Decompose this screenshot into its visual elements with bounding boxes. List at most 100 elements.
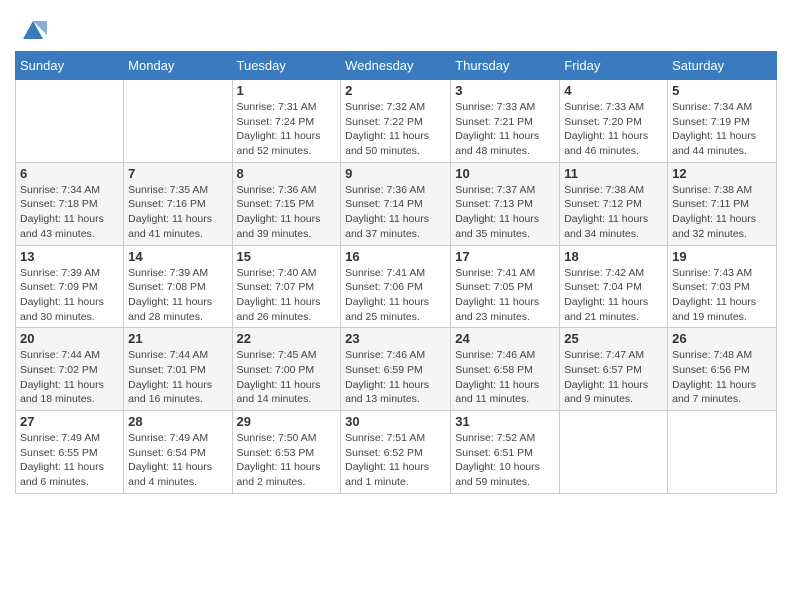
day-number: 10 [455, 166, 555, 181]
day-number: 17 [455, 249, 555, 264]
day-cell: 7 Sunrise: 7:35 AM Sunset: 7:16 PM Daylig… [124, 162, 232, 245]
day-number: 15 [237, 249, 337, 264]
day-cell: 3Sunrise: 7:33 AM Sunset: 7:21 PM Daylig… [451, 80, 560, 163]
day-cell: 29 Sunrise: 7:50 AM Sunset: 6:53 PM Dayli… [232, 411, 341, 494]
day-cell: 4 Sunrise: 7:33 AM Sunset: 7:20 PM Daylig… [560, 80, 668, 163]
header-cell-monday: Monday [124, 52, 232, 80]
day-info: Sunrise: 7:39 AM Sunset: 7:08 PM Dayligh… [128, 266, 227, 325]
day-cell: 8 Sunrise: 7:36 AM Sunset: 7:15 PM Daylig… [232, 162, 341, 245]
day-cell: 26 Sunrise: 7:48 AM Sunset: 6:56 PM Dayli… [668, 328, 777, 411]
day-info: Sunrise: 7:49 AM Sunset: 6:54 PM Dayligh… [128, 431, 227, 490]
day-number: 25 [564, 331, 663, 346]
week-row-5: 27 Sunrise: 7:49 AM Sunset: 6:55 PM Dayli… [16, 411, 777, 494]
day-cell: 13 Sunrise: 7:39 AM Sunset: 7:09 PM Dayli… [16, 245, 124, 328]
day-number: 8 [237, 166, 337, 181]
day-info: Sunrise: 7:48 AM Sunset: 6:56 PM Dayligh… [672, 348, 772, 407]
day-number: 6 [20, 166, 119, 181]
day-cell [124, 80, 232, 163]
day-cell: 31 Sunrise: 7:52 AM Sunset: 6:51 PM Dayli… [451, 411, 560, 494]
day-info: Sunrise: 7:42 AM Sunset: 7:04 PM Dayligh… [564, 266, 663, 325]
day-info: Sunrise: 7:35 AM Sunset: 7:16 PM Dayligh… [128, 183, 227, 242]
day-cell: 20 Sunrise: 7:44 AM Sunset: 7:02 PM Dayli… [16, 328, 124, 411]
day-info: Sunrise: 7:43 AM Sunset: 7:03 PM Dayligh… [672, 266, 772, 325]
week-row-1: 1 Sunrise: 7:31 AM Sunset: 7:24 PM Daylig… [16, 80, 777, 163]
day-cell [668, 411, 777, 494]
day-info: Sunrise: 7:39 AM Sunset: 7:09 PM Dayligh… [20, 266, 119, 325]
day-cell: 11 Sunrise: 7:38 AM Sunset: 7:12 PM Dayli… [560, 162, 668, 245]
day-info: Sunrise: 7:36 AM Sunset: 7:15 PM Dayligh… [237, 183, 337, 242]
week-row-3: 13 Sunrise: 7:39 AM Sunset: 7:09 PM Dayli… [16, 245, 777, 328]
day-info: Sunrise: 7:50 AM Sunset: 6:53 PM Dayligh… [237, 431, 337, 490]
day-info: Sunrise: 7:38 AM Sunset: 7:11 PM Dayligh… [672, 183, 772, 242]
day-number: 29 [237, 414, 337, 429]
day-cell: 27 Sunrise: 7:49 AM Sunset: 6:55 PM Dayli… [16, 411, 124, 494]
day-info: Sunrise: 7:33 AM Sunset: 7:20 PM Dayligh… [564, 100, 663, 159]
day-number: 30 [345, 414, 446, 429]
day-number: 28 [128, 414, 227, 429]
day-info: Sunrise: 7:52 AM Sunset: 6:51 PM Dayligh… [455, 431, 555, 490]
day-number: 11 [564, 166, 663, 181]
day-cell: 5Sunrise: 7:34 AM Sunset: 7:19 PM Daylig… [668, 80, 777, 163]
day-info: Sunrise: 7:44 AM Sunset: 7:02 PM Dayligh… [20, 348, 119, 407]
week-row-4: 20 Sunrise: 7:44 AM Sunset: 7:02 PM Dayli… [16, 328, 777, 411]
day-info: Sunrise: 7:33 AM Sunset: 7:21 PM Dayligh… [455, 100, 555, 159]
day-cell [560, 411, 668, 494]
day-number: 22 [237, 331, 337, 346]
day-number: 7 [128, 166, 227, 181]
day-cell: 15Sunrise: 7:40 AM Sunset: 7:07 PM Dayli… [232, 245, 341, 328]
day-number: 21 [128, 331, 227, 346]
day-number: 31 [455, 414, 555, 429]
day-cell: 22 Sunrise: 7:45 AM Sunset: 7:00 PM Dayli… [232, 328, 341, 411]
calendar-table: SundayMondayTuesdayWednesdayThursdayFrid… [15, 51, 777, 494]
logo-icon [19, 15, 47, 43]
day-number: 24 [455, 331, 555, 346]
header-cell-friday: Friday [560, 52, 668, 80]
day-number: 12 [672, 166, 772, 181]
day-info: Sunrise: 7:31 AM Sunset: 7:24 PM Dayligh… [237, 100, 337, 159]
week-row-2: 6Sunrise: 7:34 AM Sunset: 7:18 PM Daylig… [16, 162, 777, 245]
day-cell: 17 Sunrise: 7:41 AM Sunset: 7:05 PM Dayli… [451, 245, 560, 328]
day-info: Sunrise: 7:41 AM Sunset: 7:05 PM Dayligh… [455, 266, 555, 325]
day-info: Sunrise: 7:38 AM Sunset: 7:12 PM Dayligh… [564, 183, 663, 242]
day-number: 13 [20, 249, 119, 264]
day-cell: 10 Sunrise: 7:37 AM Sunset: 7:13 PM Dayli… [451, 162, 560, 245]
page: SundayMondayTuesdayWednesdayThursdayFrid… [0, 0, 792, 509]
day-number: 19 [672, 249, 772, 264]
day-number: 26 [672, 331, 772, 346]
day-info: Sunrise: 7:32 AM Sunset: 7:22 PM Dayligh… [345, 100, 446, 159]
day-cell [16, 80, 124, 163]
day-info: Sunrise: 7:37 AM Sunset: 7:13 PM Dayligh… [455, 183, 555, 242]
day-number: 14 [128, 249, 227, 264]
day-number: 20 [20, 331, 119, 346]
day-number: 4 [564, 83, 663, 98]
day-number: 9 [345, 166, 446, 181]
day-cell: 30 Sunrise: 7:51 AM Sunset: 6:52 PM Dayli… [341, 411, 451, 494]
day-cell: 9 Sunrise: 7:36 AM Sunset: 7:14 PM Daylig… [341, 162, 451, 245]
day-info: Sunrise: 7:46 AM Sunset: 6:58 PM Dayligh… [455, 348, 555, 407]
header [15, 10, 777, 43]
day-number: 1 [237, 83, 337, 98]
day-info: Sunrise: 7:51 AM Sunset: 6:52 PM Dayligh… [345, 431, 446, 490]
day-cell: 28 Sunrise: 7:49 AM Sunset: 6:54 PM Dayli… [124, 411, 232, 494]
day-info: Sunrise: 7:49 AM Sunset: 6:55 PM Dayligh… [20, 431, 119, 490]
header-cell-wednesday: Wednesday [341, 52, 451, 80]
day-number: 5 [672, 83, 772, 98]
day-info: Sunrise: 7:41 AM Sunset: 7:06 PM Dayligh… [345, 266, 446, 325]
day-cell: 6Sunrise: 7:34 AM Sunset: 7:18 PM Daylig… [16, 162, 124, 245]
header-cell-sunday: Sunday [16, 52, 124, 80]
day-number: 2 [345, 83, 446, 98]
header-cell-saturday: Saturday [668, 52, 777, 80]
day-cell: 2 Sunrise: 7:32 AM Sunset: 7:22 PM Daylig… [341, 80, 451, 163]
day-number: 23 [345, 331, 446, 346]
day-number: 27 [20, 414, 119, 429]
day-cell: 23 Sunrise: 7:46 AM Sunset: 6:59 PM Dayli… [341, 328, 451, 411]
day-info: Sunrise: 7:44 AM Sunset: 7:01 PM Dayligh… [128, 348, 227, 407]
day-cell: 24 Sunrise: 7:46 AM Sunset: 6:58 PM Dayli… [451, 328, 560, 411]
day-info: Sunrise: 7:45 AM Sunset: 7:00 PM Dayligh… [237, 348, 337, 407]
day-cell: 14 Sunrise: 7:39 AM Sunset: 7:08 PM Dayli… [124, 245, 232, 328]
day-cell: 16Sunrise: 7:41 AM Sunset: 7:06 PM Dayli… [341, 245, 451, 328]
day-cell: 25 Sunrise: 7:47 AM Sunset: 6:57 PM Dayli… [560, 328, 668, 411]
day-info: Sunrise: 7:46 AM Sunset: 6:59 PM Dayligh… [345, 348, 446, 407]
day-info: Sunrise: 7:47 AM Sunset: 6:57 PM Dayligh… [564, 348, 663, 407]
day-info: Sunrise: 7:36 AM Sunset: 7:14 PM Dayligh… [345, 183, 446, 242]
